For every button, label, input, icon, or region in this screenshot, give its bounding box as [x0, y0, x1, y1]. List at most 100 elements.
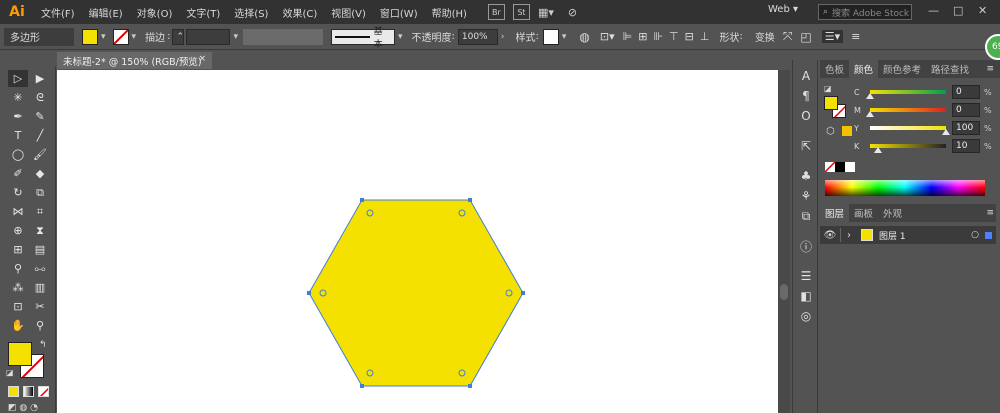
gradient-panel-icon[interactable]: ◧ [797, 288, 815, 304]
none-color-icon[interactable] [825, 162, 835, 172]
symbol-sprayer-tool-icon[interactable]: ⁂ [8, 279, 28, 296]
panel-menu-icon[interactable]: ≡ [986, 64, 994, 74]
close-icon[interactable]: × [198, 54, 206, 64]
gradient-mode-icon[interactable] [23, 386, 34, 397]
transparency-panel-icon[interactable]: ◎ [797, 308, 815, 324]
pen-tool-icon[interactable]: ✒ [8, 108, 28, 125]
chevron-down-icon[interactable]: ▾ [101, 32, 106, 42]
stroke-weight-input[interactable] [186, 28, 231, 45]
channel-slider[interactable] [866, 90, 946, 99]
curvature-tool-icon[interactable]: ✎ [30, 108, 50, 125]
close-window-icon[interactable]: ✕ [978, 4, 987, 17]
chevron-right-icon[interactable]: › [501, 32, 505, 42]
scrollbar-thumb[interactable] [780, 284, 788, 300]
workspace-switcher[interactable]: Web ▾ [768, 4, 798, 15]
free-transform-tool-icon[interactable]: ⌗ [30, 203, 50, 220]
bridge-button[interactable]: Br [487, 4, 505, 20]
expand-layer-chevron-icon[interactable]: › [847, 230, 859, 241]
layers-panel-tab[interactable]: 画板 [849, 204, 878, 222]
swap-fill-stroke-icon[interactable]: ↰ [39, 340, 47, 350]
graphic-style-swatch[interactable] [542, 28, 559, 45]
draw-mode-icon[interactable]: ◩ ◍ ◔ [8, 403, 38, 413]
align-bottom-icon[interactable]: ⊥ [700, 30, 710, 43]
notification-badge[interactable]: 69 [985, 34, 1000, 60]
target-circle-icon[interactable]: ○ [971, 230, 979, 240]
lasso-tool-icon[interactable]: ᘓ [30, 89, 50, 106]
layers-panel-tab[interactable]: 外观 [878, 204, 907, 222]
artboard-tool-icon[interactable]: ⊡ [8, 298, 28, 315]
stroke-weight-stepper[interactable]: ⌃ [172, 28, 185, 45]
color-panel-tab[interactable]: 颜色参考 [878, 60, 926, 78]
menu-item[interactable]: 编辑(E) [82, 5, 130, 20]
character-panel-icon[interactable]: A [797, 68, 815, 84]
magic-wand-tool-icon[interactable]: ✳ [8, 89, 28, 106]
channel-value-input[interactable]: 10 [952, 139, 980, 153]
color-panel-fill-box[interactable] [824, 96, 838, 110]
selection-indicator-square[interactable] [985, 231, 992, 239]
slider-thumb[interactable] [866, 111, 874, 117]
chevron-down-icon[interactable]: ▾ [398, 32, 403, 42]
align-top-icon[interactable]: ⊤ [669, 30, 679, 43]
channel-slider[interactable] [866, 108, 946, 117]
fill-swatch[interactable] [82, 28, 98, 45]
blend-tool-icon[interactable]: ⧟ [30, 260, 50, 277]
channel-value-input[interactable]: 100 [952, 121, 980, 135]
export-panel-icon[interactable]: ⇱ [797, 138, 815, 154]
stroke-panel-icon[interactable]: ☰ [797, 268, 815, 284]
arrange-documents-icon[interactable]: ▦▾ [538, 6, 554, 19]
slider-thumb[interactable] [873, 147, 882, 153]
hand-tool-icon[interactable]: ✋ [8, 317, 28, 334]
channel-slider[interactable] [870, 144, 946, 153]
mini-default-icon[interactable]: ◪ [824, 84, 832, 93]
opacity-input[interactable]: 100% [457, 28, 498, 45]
color-panel-tab[interactable]: 路径查找 [926, 60, 974, 78]
align-center-icon[interactable]: ⊞ [638, 30, 647, 43]
scale-tool-icon[interactable]: ⧉ [30, 184, 50, 201]
visibility-eye-icon[interactable]: 👁 [820, 230, 840, 241]
recolor-artwork-icon[interactable]: ◍ [579, 30, 589, 44]
channel-value-input[interactable]: 0 [952, 103, 980, 117]
hexagon-shape[interactable] [308, 199, 524, 387]
stroke-swatch[interactable] [112, 28, 129, 45]
chevron-down-icon[interactable]: ▾ [132, 32, 137, 42]
direct-selection-tool-icon[interactable]: ▶ [30, 70, 50, 87]
vertical-scrollbar[interactable] [778, 70, 790, 413]
paintbrush-tool-icon[interactable]: 🖌 [30, 146, 50, 163]
color-spectrum[interactable] [825, 180, 985, 196]
white-swatch[interactable] [845, 162, 855, 172]
align-left-icon[interactable]: ⊫ [623, 30, 633, 43]
menu-item[interactable]: 窗口(W) [373, 5, 425, 20]
black-swatch[interactable] [835, 162, 845, 172]
color-mode-icon[interactable] [8, 386, 19, 397]
info-panel-icon[interactable]: ⓘ [797, 238, 815, 254]
align-right-icon[interactable]: ⊪ [653, 30, 663, 43]
align-to-icon[interactable]: ⊡▾ [600, 30, 615, 43]
fill-color-box[interactable] [8, 342, 32, 366]
artboard-canvas[interactable] [57, 70, 778, 413]
mesh-tool-icon[interactable]: ⊞ [8, 241, 28, 258]
chevron-down-icon[interactable]: ▾ [233, 32, 238, 42]
slider-thumb[interactable] [866, 93, 874, 99]
panel-options-icon[interactable]: ☰▾ [821, 30, 844, 43]
slice-tool-icon[interactable]: ✂ [30, 298, 50, 315]
selection-tool-icon[interactable]: ▷ [8, 70, 28, 87]
transform-button[interactable]: 变换 [755, 29, 775, 44]
menu-item[interactable]: 视图(V) [324, 5, 373, 20]
gradient-tool-icon[interactable]: ▤ [30, 241, 50, 258]
layer-row[interactable]: 👁 › 图层 1 ○ [820, 226, 996, 244]
out-of-gamut-icon[interactable]: ⬡ [826, 126, 835, 137]
document-tab[interactable]: 未标题-2* @ 150% (RGB/预览) × [57, 52, 212, 69]
menu-item[interactable]: 效果(C) [275, 5, 324, 20]
paragraph-panel-icon[interactable]: ¶ [797, 88, 815, 104]
channel-value-input[interactable]: 0 [952, 85, 980, 99]
slider-thumb[interactable] [942, 129, 950, 135]
eyedropper-tool-icon[interactable]: ⚲ [8, 260, 28, 277]
channel-slider[interactable] [870, 126, 950, 135]
none-mode-icon[interactable] [38, 386, 49, 397]
panel-menu-icon[interactable]: ≡ [986, 208, 994, 218]
width-tool-icon[interactable]: ⋈ [8, 203, 28, 220]
maximize-icon[interactable]: □ [953, 4, 963, 17]
variable-width-profile[interactable] [242, 28, 323, 45]
control-bar-menu-icon[interactable]: ≡ [851, 30, 860, 43]
stock-button[interactable]: St [512, 4, 530, 20]
